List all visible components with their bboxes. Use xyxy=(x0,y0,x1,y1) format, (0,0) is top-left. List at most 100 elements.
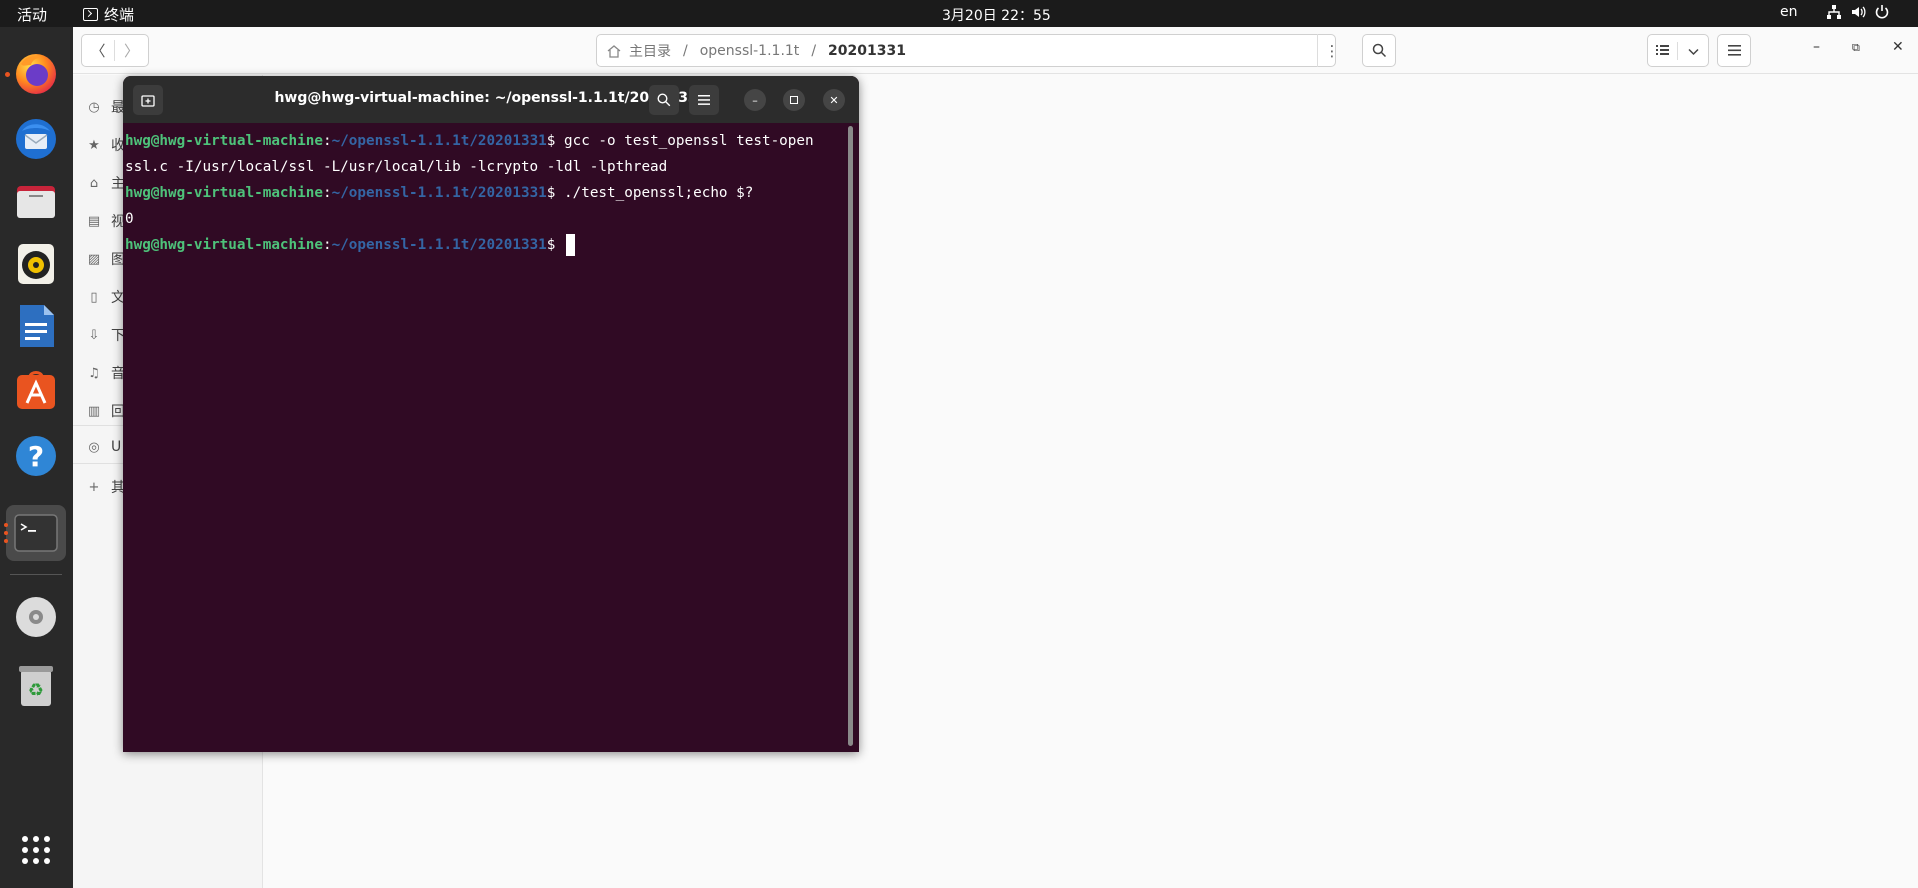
terminal-output[interactable]: hwg@hwg-virtual-machine:~/openssl-1.1.1t… xyxy=(125,128,845,258)
path-separator: / xyxy=(811,42,817,59)
sidebar-item-other-locations[interactable]: + 其 xyxy=(87,477,125,497)
rhythmbox-launcher[interactable] xyxy=(10,238,62,290)
terminal-headerbar: hwg@hwg-virtual-machine: ~/openssl-1.1.1… xyxy=(123,76,859,123)
clock-icon: ◷ xyxy=(88,99,100,115)
software-launcher[interactable] xyxy=(10,364,62,416)
path-folder[interactable]: openssl-1.1.1t xyxy=(700,43,800,59)
command-text: ssl.c -I/usr/local/ssl -L/usr/local/lib … xyxy=(125,159,668,175)
power-icon xyxy=(1875,5,1889,19)
disc-icon xyxy=(16,597,56,637)
terminal-close-button[interactable]: ✕ xyxy=(823,89,845,111)
folder-icon xyxy=(17,186,55,218)
dvd-launcher[interactable] xyxy=(10,591,62,643)
plus-icon: + xyxy=(88,479,100,495)
hamburger-icon xyxy=(698,95,710,105)
film-icon: ▤ xyxy=(87,213,101,229)
terminal-scrollbar[interactable] xyxy=(848,126,853,746)
speaker-icon xyxy=(18,244,54,284)
dock-separator xyxy=(10,574,62,575)
hamburger-icon xyxy=(1727,45,1741,56)
path-menu-button[interactable]: ⋮ xyxy=(1317,34,1346,67)
running-indicator xyxy=(4,531,8,535)
terminal-launcher[interactable] xyxy=(6,505,66,561)
chevron-down-icon xyxy=(1687,48,1699,55)
files-headerbar: 〈 〉 主目录 / openssl-1.1.1t / 20201331 ⋮ – … xyxy=(73,27,1918,74)
grid-icon xyxy=(22,836,50,864)
nav-buttons: 〈 〉 xyxy=(81,34,149,67)
sidebar-item-music[interactable]: ♫ 音 xyxy=(87,363,125,383)
search-button[interactable] xyxy=(1362,34,1396,67)
sidebar-item-starred[interactable]: ★ 收 xyxy=(87,135,125,155)
command-text: $ ./test_openssl;echo $? xyxy=(546,185,754,201)
close-button[interactable]: ✕ xyxy=(1892,39,1904,55)
sidebar-item-downloads[interactable]: ⇩ 下 xyxy=(87,325,125,345)
minimize-icon: – xyxy=(752,93,758,107)
sidebar-item-pictures[interactable]: ▨ 图 xyxy=(87,249,125,269)
thunderbird-launcher[interactable] xyxy=(10,113,62,165)
top-bar: 活动 终端 3月20日 22：55 en xyxy=(0,0,1918,27)
running-indicator xyxy=(4,539,8,543)
terminal-line: hwg@hwg-virtual-machine:~/openssl-1.1.1t… xyxy=(125,180,845,206)
system-tray[interactable] xyxy=(1826,4,1890,20)
path-home[interactable]: 主目录 xyxy=(629,41,671,61)
prompt-colon: : xyxy=(322,133,332,149)
list-view-button[interactable] xyxy=(1648,41,1679,60)
writer-launcher[interactable] xyxy=(10,300,62,352)
thunderbird-icon xyxy=(16,119,56,159)
trash-launcher[interactable]: ♻ xyxy=(10,659,62,711)
terminal-minimize-button[interactable]: – xyxy=(744,89,766,111)
prompt-path: ~/openssl-1.1.1t/20201331 xyxy=(331,133,547,149)
sidebar-item-videos[interactable]: ▤ 视 xyxy=(87,211,125,231)
firefox-icon xyxy=(16,54,56,94)
prompt-colon: : xyxy=(322,185,332,201)
command-text: $ xyxy=(546,237,564,253)
sidebar-item-documents[interactable]: ▯ 文 xyxy=(87,287,125,307)
home-icon xyxy=(607,44,621,58)
forward-button[interactable]: 〉 xyxy=(115,40,148,61)
sidebar-item-label: U xyxy=(111,439,122,455)
prompt-path: ~/openssl-1.1.1t/20201331 xyxy=(331,237,547,253)
help-launcher[interactable]: ? xyxy=(10,430,62,482)
text-cursor xyxy=(566,234,575,256)
volume-icon xyxy=(1852,6,1866,18)
sidebar-item-drive[interactable]: ◎ U xyxy=(87,439,121,455)
app-menu[interactable]: 终端 xyxy=(83,4,134,25)
more-vertical-icon: ⋮ xyxy=(1324,41,1340,60)
svg-text:?: ? xyxy=(28,440,44,473)
prompt-user: hwg@hwg-virtual-machine xyxy=(125,185,323,201)
document-writer-icon xyxy=(20,305,54,347)
music-icon: ♫ xyxy=(88,365,100,381)
files-launcher[interactable] xyxy=(10,175,62,227)
clock[interactable]: 3月20日 22：55 xyxy=(942,5,1051,25)
output-text: 0 xyxy=(125,211,134,227)
path-bar[interactable]: 主目录 / openssl-1.1.1t / 20201331 xyxy=(596,34,1336,67)
terminal-line: ssl.c -I/usr/local/ssl -L/usr/local/lib … xyxy=(125,154,845,180)
minimize-button[interactable]: – xyxy=(1813,39,1820,55)
app-name: 终端 xyxy=(104,6,135,24)
input-language[interactable]: en xyxy=(1780,4,1798,20)
view-dropdown-button[interactable] xyxy=(1678,42,1708,60)
prompt-user: hwg@hwg-virtual-machine xyxy=(125,237,323,253)
terminal-menu-button[interactable] xyxy=(689,85,719,115)
back-button[interactable]: 〈 xyxy=(82,40,116,61)
show-apps-button[interactable] xyxy=(10,824,62,876)
trash-icon: ♻ xyxy=(19,666,53,706)
download-icon: ⇩ xyxy=(88,327,100,343)
path-separator: / xyxy=(683,42,688,59)
main-menu-button[interactable] xyxy=(1717,34,1751,67)
sidebar-item-recent[interactable]: ◷ 最 xyxy=(87,97,125,117)
terminal-line: hwg@hwg-virtual-machine:~/openssl-1.1.1t… xyxy=(125,232,845,258)
firefox-launcher[interactable] xyxy=(10,47,62,99)
terminal-search-button[interactable] xyxy=(649,85,679,115)
terminal-line: hwg@hwg-virtual-machine:~/openssl-1.1.1t… xyxy=(125,128,845,154)
sidebar-item-home[interactable]: ⌂ 主 xyxy=(87,173,125,193)
prompt-user: hwg@hwg-virtual-machine xyxy=(125,133,323,149)
view-options xyxy=(1647,34,1709,67)
terminal-icon xyxy=(83,8,98,21)
path-current[interactable]: 20201331 xyxy=(828,43,906,59)
maximize-button[interactable]: ⧉ xyxy=(1852,41,1860,55)
terminal-maximize-button[interactable] xyxy=(783,89,805,111)
command-text: $ gcc -o test_openssl test-open xyxy=(546,133,814,149)
sidebar-item-trash[interactable]: ▥ 回 xyxy=(87,401,125,421)
activities-button[interactable]: 活动 xyxy=(17,4,47,25)
